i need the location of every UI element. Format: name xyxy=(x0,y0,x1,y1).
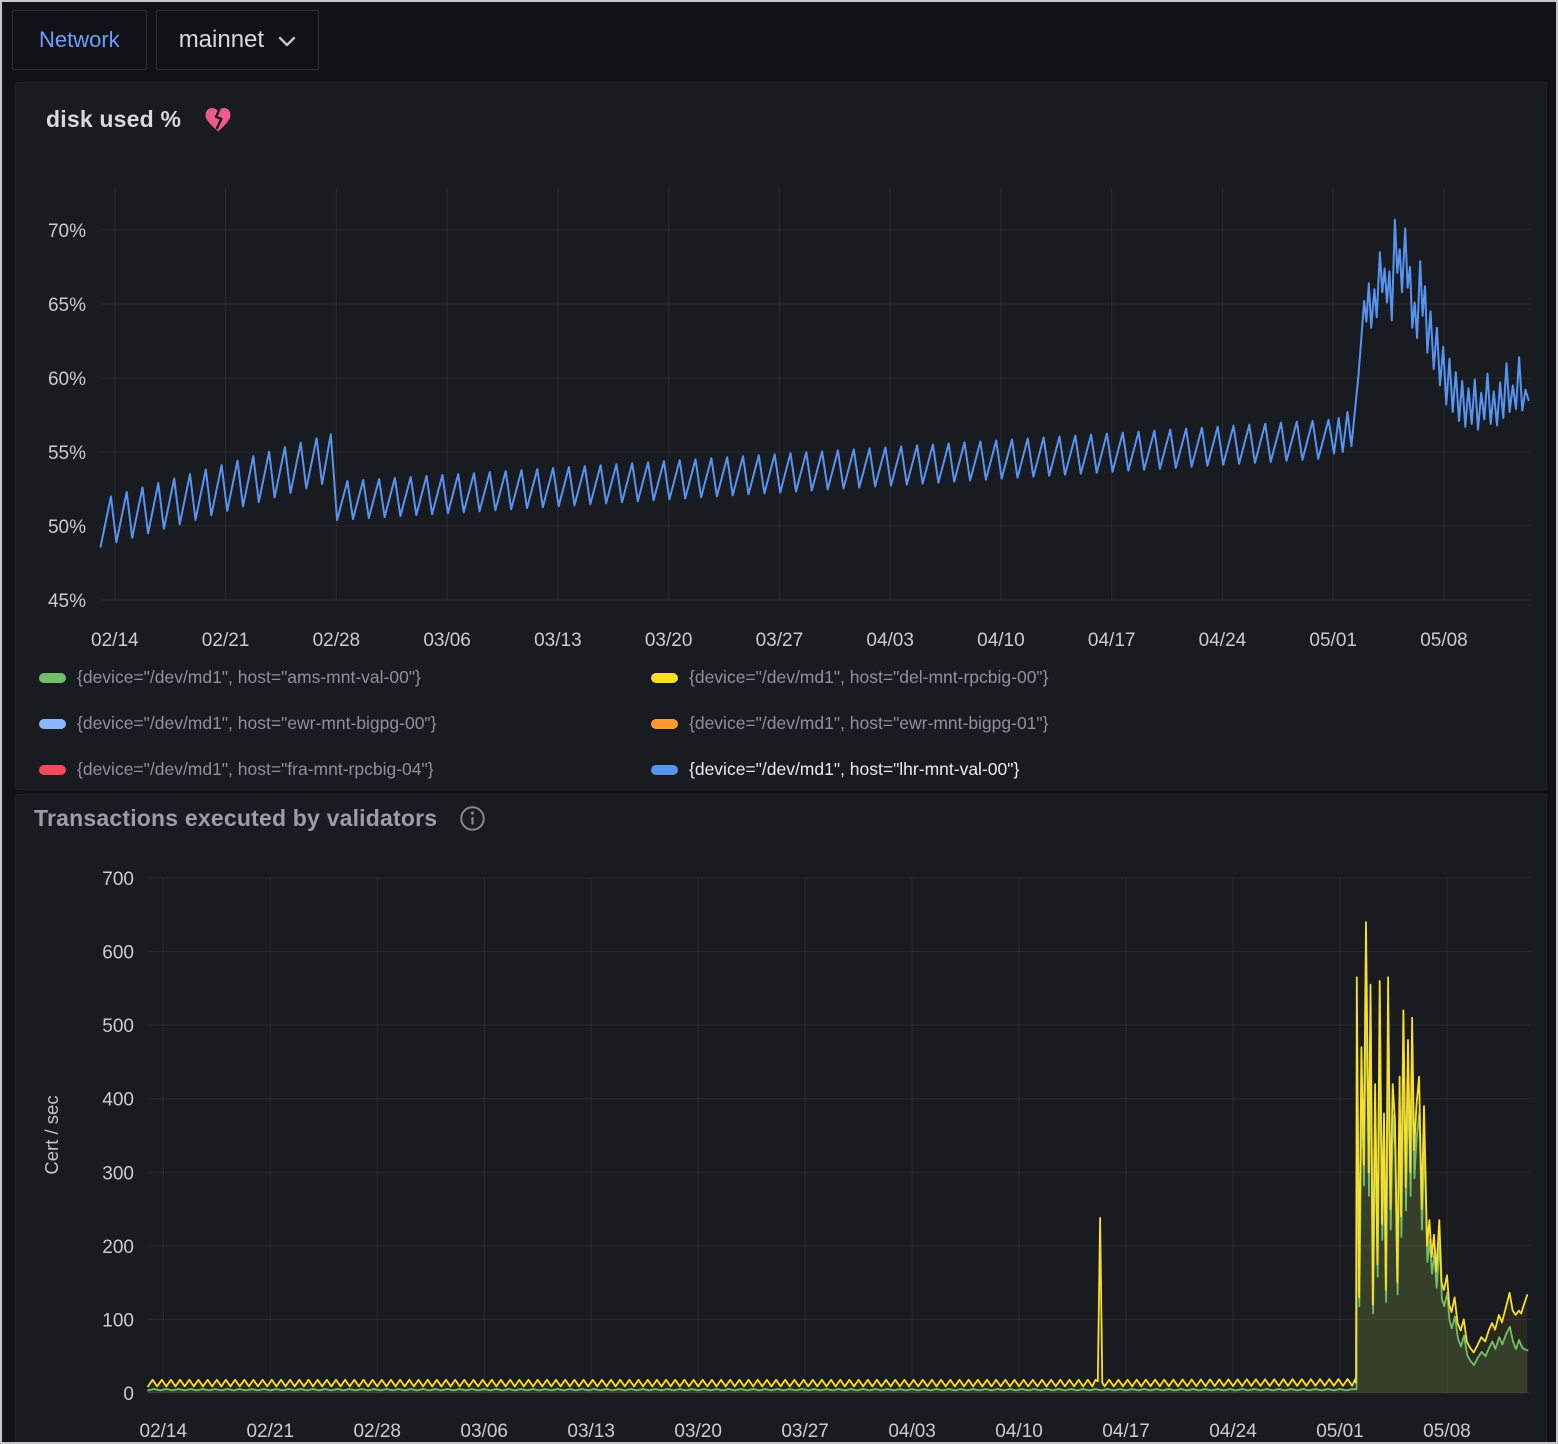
y-axis-label: Cert / sec xyxy=(41,1095,63,1174)
x-tick-label: 04/17 xyxy=(1102,1421,1150,1442)
network-variable-label: Network xyxy=(39,27,120,53)
transactions-panel-title[interactable]: Transactions executed by validators xyxy=(34,805,437,832)
series-line xyxy=(148,922,1527,1386)
legend-series-label: {device="/dev/md1", host="fra-mnt-rpcbig… xyxy=(77,759,434,780)
y-tick-label: 200 xyxy=(102,1237,134,1258)
y-tick-label: 100 xyxy=(102,1310,134,1331)
y-tick-label: 400 xyxy=(102,1090,134,1111)
x-tick-label: 04/24 xyxy=(1199,630,1247,651)
y-tick-label: 600 xyxy=(102,943,134,964)
info-icon[interactable] xyxy=(459,805,486,832)
legend-series-swatch xyxy=(39,673,66,683)
y-tick-label: 60% xyxy=(48,369,86,390)
legend-series-swatch xyxy=(39,719,66,729)
network-variable-value: mainnet xyxy=(179,26,264,54)
x-tick-label: 02/14 xyxy=(91,630,139,651)
y-tick-label: 300 xyxy=(102,1163,134,1184)
legend-series-swatch xyxy=(651,765,678,775)
legend-item[interactable]: {device="/dev/md1", host="del-mnt-rpcbig… xyxy=(651,661,1526,694)
x-tick-label: 03/13 xyxy=(567,1421,615,1442)
legend-item[interactable]: {device="/dev/md1", host="ewr-mnt-bigpg-… xyxy=(651,707,1526,740)
series-area xyxy=(148,981,1528,1393)
legend-series-label: {device="/dev/md1", host="lhr-mnt-val-00… xyxy=(689,759,1019,780)
legend-series-label: {device="/dev/md1", host="ewr-mnt-bigpg-… xyxy=(689,713,1049,734)
y-tick-label: 55% xyxy=(48,443,86,464)
network-variable-dropdown[interactable]: mainnet xyxy=(156,10,319,70)
transactions-panel-header: Transactions executed by validators xyxy=(34,805,486,832)
disk-used-panel-header: disk used % xyxy=(46,105,233,133)
x-tick-label: 03/13 xyxy=(534,630,582,651)
x-tick-label: 03/20 xyxy=(674,1421,722,1442)
legend-series-swatch xyxy=(39,765,66,775)
variable-bar: Network mainnet xyxy=(12,10,319,70)
x-tick-label: 03/27 xyxy=(756,630,804,651)
x-tick-label: 05/01 xyxy=(1316,1421,1364,1442)
disk-used-legend: {device="/dev/md1", host="ams-mnt-val-00… xyxy=(39,661,1526,786)
x-tick-label: 04/10 xyxy=(995,1421,1043,1442)
y-tick-label: 50% xyxy=(48,517,86,538)
legend-item[interactable]: {device="/dev/md1", host="fra-mnt-rpcbig… xyxy=(39,753,651,786)
x-tick-label: 04/03 xyxy=(888,1421,936,1442)
x-tick-label: 03/27 xyxy=(781,1421,829,1442)
chevron-down-icon xyxy=(278,36,296,48)
x-tick-label: 02/28 xyxy=(353,1421,401,1442)
y-tick-label: 0 xyxy=(123,1384,134,1405)
legend-item[interactable]: {device="/dev/md1", host="ams-mnt-val-00… xyxy=(39,661,651,694)
legend-series-swatch xyxy=(651,673,678,683)
x-tick-label: 02/21 xyxy=(246,1421,294,1442)
legend-series-label: {device="/dev/md1", host="del-mnt-rpcbig… xyxy=(689,667,1049,688)
legend-item[interactable]: {device="/dev/md1", host="lhr-mnt-val-00… xyxy=(651,753,1526,786)
x-tick-label: 04/10 xyxy=(977,630,1025,651)
x-tick-label: 04/24 xyxy=(1209,1421,1257,1442)
disk-used-chart[interactable]: 45% 50% 55% 60% 65% 70% 02/14 02/21 02/28 03/06 03… xyxy=(16,83,1546,658)
network-variable-label-box: Network xyxy=(12,10,147,70)
x-tick-label: 05/08 xyxy=(1423,1421,1471,1442)
x-tick-label: 02/28 xyxy=(313,630,361,651)
x-tick-label: 04/17 xyxy=(1088,630,1136,651)
y-tick-label: 45% xyxy=(48,591,86,612)
broken-heart-icon xyxy=(203,105,233,133)
dashboard: Network mainnet disk used % 45% 50% 55% 60%… xyxy=(0,0,1558,1444)
legend-series-label: {device="/dev/md1", host="ams-mnt-val-00… xyxy=(77,667,421,688)
legend-item[interactable]: {device="/dev/md1", host="ewr-mnt-bigpg-… xyxy=(39,707,651,740)
x-tick-label: 05/01 xyxy=(1309,630,1357,651)
disk-used-panel-title[interactable]: disk used % xyxy=(46,106,181,133)
panel-disk-used: disk used % 45% 50% 55% 60% 65% 70% 02/14 02/21… xyxy=(15,82,1547,790)
x-tick-label: 04/03 xyxy=(866,630,914,651)
series-line xyxy=(148,981,1528,1390)
y-tick-label: 700 xyxy=(102,869,134,890)
y-tick-label: 65% xyxy=(48,295,86,316)
y-tick-label: 70% xyxy=(48,221,86,242)
series-area xyxy=(148,922,1527,1393)
panel-transactions: Transactions executed by validators Cert… xyxy=(15,794,1547,1444)
y-tick-label: 500 xyxy=(102,1016,134,1037)
x-tick-label: 05/08 xyxy=(1420,630,1468,651)
transactions-chart[interactable]: 0 100 200 300 400 500 600 700 02/14 02/21 02/28 03/… xyxy=(16,795,1546,1444)
legend-series-swatch xyxy=(651,719,678,729)
x-tick-label: 03/06 xyxy=(423,630,471,651)
x-tick-label: 02/21 xyxy=(202,630,250,651)
x-tick-label: 02/14 xyxy=(140,1421,188,1442)
legend-series-label: {device="/dev/md1", host="ewr-mnt-bigpg-… xyxy=(77,713,437,734)
x-tick-label: 03/06 xyxy=(460,1421,508,1442)
series-line xyxy=(101,220,1529,547)
x-tick-label: 03/20 xyxy=(645,630,693,651)
